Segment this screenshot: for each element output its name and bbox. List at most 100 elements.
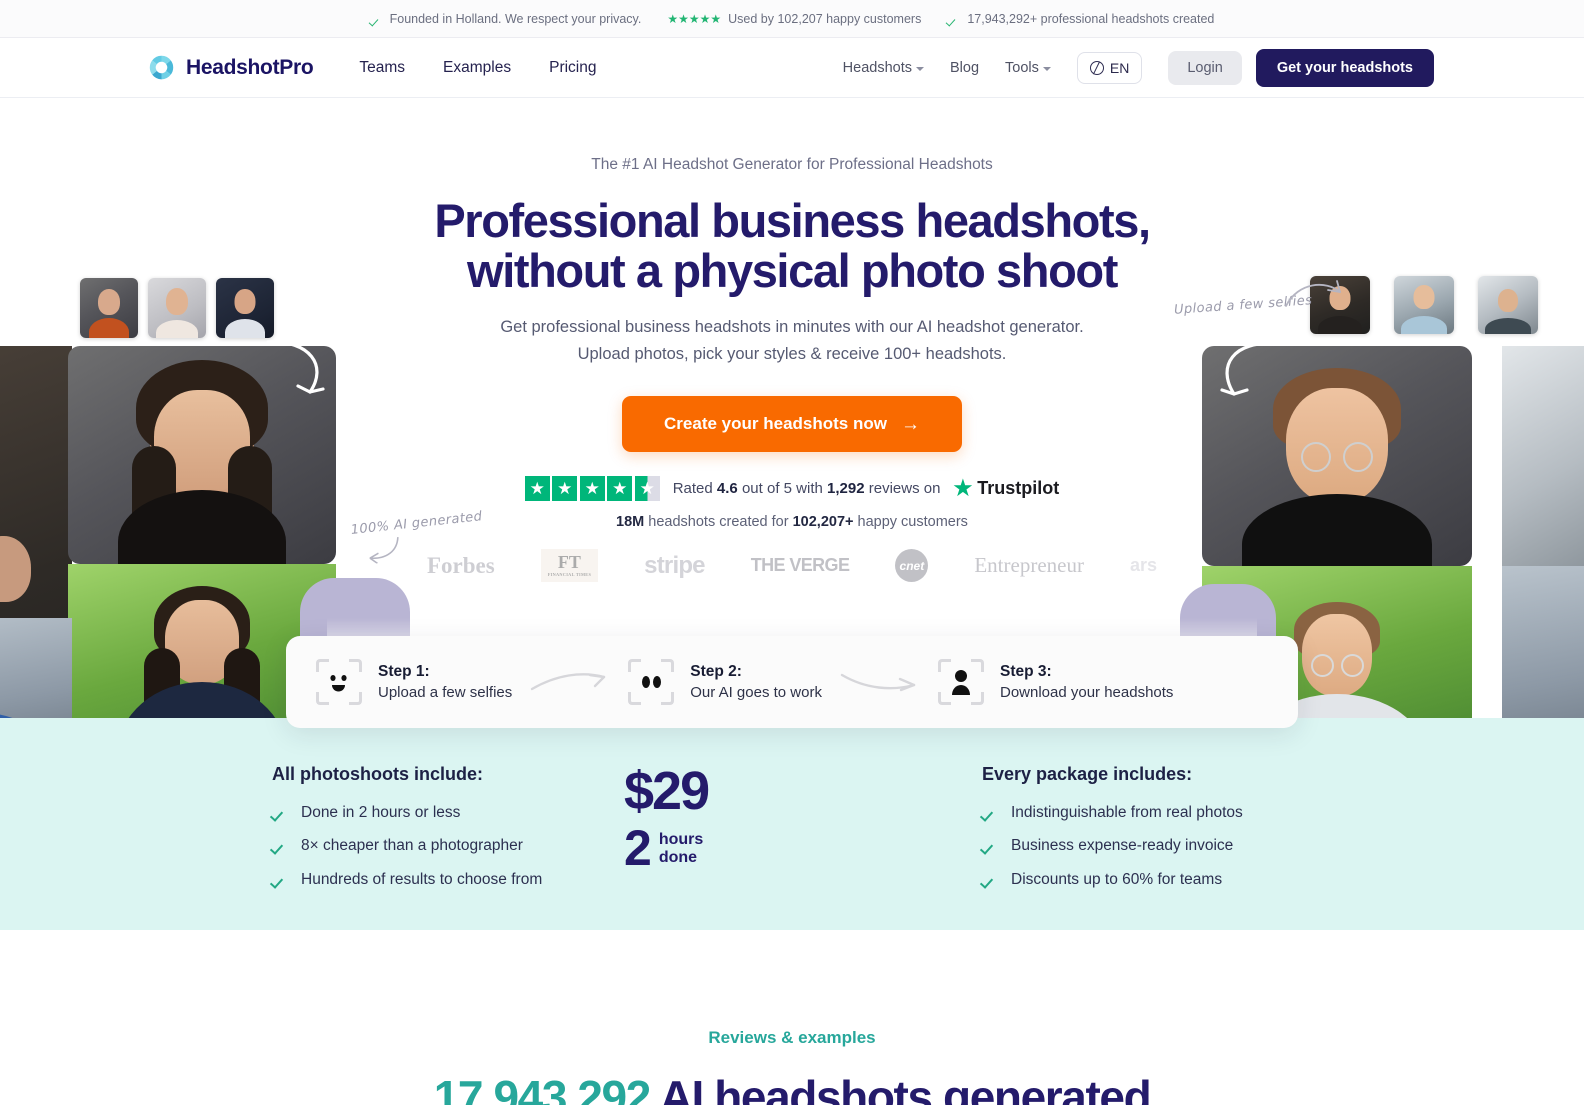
check-icon xyxy=(272,806,287,821)
face-scan-icon xyxy=(316,659,362,705)
photoshoots-include-column: All photoshoots include: Done in 2 hours… xyxy=(272,764,602,903)
selfie-thumbnail xyxy=(1394,276,1454,334)
language-selector[interactable]: EN xyxy=(1076,51,1143,84)
benefit-label: 8× cheaper than a photographer xyxy=(301,837,523,855)
step-3: Step 3: Download your headshots xyxy=(937,659,1173,705)
check-icon xyxy=(982,839,997,854)
headshotpro-logo-icon xyxy=(148,54,175,81)
cta-label: Create your headshots now xyxy=(664,414,887,433)
step-text: Step 3: Download your headshots xyxy=(1000,663,1173,701)
chevron-down-icon xyxy=(1042,66,1051,71)
check-icon xyxy=(272,873,287,888)
step-title: Step 1: xyxy=(378,663,430,680)
selfie-thumbnail xyxy=(1478,276,1538,334)
nav-item-label: Headshots xyxy=(842,59,912,76)
cnet-logo: cnet xyxy=(895,549,929,582)
get-headshots-button[interactable]: Get your headshots xyxy=(1255,48,1434,87)
nav-item-headshots[interactable]: Headshots xyxy=(843,60,924,76)
brand-logo-link[interactable]: HeadshotPro xyxy=(148,54,314,81)
reviews-section: Reviews & examples 17,943,292 AI headsho… xyxy=(0,930,1584,1105)
headline-line-1: Professional business headshots, xyxy=(434,194,1151,247)
benefit-label: Discounts up to 60% for teams xyxy=(1011,870,1223,888)
arrow-curve-topright xyxy=(1285,280,1341,307)
turnaround-time: 2 hours done xyxy=(624,823,782,873)
column-title: All photoshoots include: xyxy=(272,764,483,784)
arrow-curve-left xyxy=(266,340,325,394)
step-title: Step 2: xyxy=(690,663,742,680)
nav-item-examples[interactable]: Examples xyxy=(443,59,511,77)
benefit-item: Hundreds of results to choose from xyxy=(272,870,602,889)
benefits-content: All photoshoots include: Done in 2 hours… xyxy=(272,764,1312,903)
nav-item-blog[interactable]: Blog xyxy=(950,60,979,76)
create-headshots-button[interactable]: Create your headshots now → xyxy=(622,396,962,452)
nav-item-label: Tools xyxy=(1005,59,1039,76)
step-title: Step 3: xyxy=(999,663,1052,680)
benefit-item: Indistinguishable from real photos xyxy=(982,803,1312,822)
step-subtitle: Download your headshots xyxy=(999,684,1174,701)
trustpilot-logo: ★ Trustpilot xyxy=(953,478,1059,499)
site-header: HeadshotPro Teams Examples Pricing Heads… xyxy=(0,38,1584,98)
package-includes-column: Every package includes: Indistinguishabl… xyxy=(982,764,1312,903)
trustpilot-stars-icon: ★ ★ ★ ★ ★ xyxy=(524,476,660,501)
step-subtitle: Upload a few selfies xyxy=(378,684,513,701)
hero-content: The #1 AI Headshot Generator for Profess… xyxy=(412,98,1172,582)
nav-item-tools[interactable]: Tools xyxy=(1005,60,1051,76)
announcement-bar: Founded in Holland. We respect your priv… xyxy=(0,0,1584,38)
reviews-kicker: Reviews & examples xyxy=(708,1028,876,1047)
announcement-item-privacy: Founded in Holland. We respect your priv… xyxy=(370,12,642,26)
login-button[interactable]: Login xyxy=(1168,50,1242,85)
arrow-right-icon: → xyxy=(900,413,920,435)
brand-name: HeadshotPro xyxy=(186,55,314,79)
hero-photo-window-right xyxy=(1502,346,1584,566)
check-icon xyxy=(272,839,287,854)
step-text: Step 1: Upload a few selfies xyxy=(378,663,512,701)
ars-logo: ars xyxy=(1129,555,1157,575)
review-count: 1,292 xyxy=(827,480,865,497)
benefit-label: Done in 2 hours or less xyxy=(301,804,461,821)
benefit-item: Discounts up to 60% for teams xyxy=(982,870,1312,889)
step-2: Step 2: Our AI goes to work xyxy=(628,659,822,705)
primary-nav: Teams Examples Pricing xyxy=(359,59,596,77)
page-title: Professional business headshots, without… xyxy=(412,194,1172,298)
hero-subtitle: Get professional business headshots in m… xyxy=(500,317,1084,363)
press-logos: Forbes FT FINANCIAL TIMES stripe THE VER… xyxy=(412,549,1172,582)
the-verge-logo: THE VERGE xyxy=(750,555,850,575)
benefit-item: Business expense-ready invoice xyxy=(982,836,1312,855)
nav-item-pricing[interactable]: Pricing xyxy=(549,59,596,77)
trustpilot-star-icon: ★ xyxy=(953,477,973,500)
steps-card: Step 1: Upload a few selfies Step 2: Our… xyxy=(286,636,1298,728)
hero-eyebrow: The #1 AI Headshot Generator for Profess… xyxy=(591,156,993,173)
check-icon xyxy=(982,806,997,821)
arrow-curve-right xyxy=(1220,342,1278,396)
person-scan-icon xyxy=(937,659,984,705)
hero-photo-city-right xyxy=(1502,566,1584,738)
headline-line-2: without a physical photo shoot xyxy=(467,244,1118,298)
chevron-down-icon xyxy=(916,66,924,71)
globe-icon xyxy=(1089,60,1104,75)
announcement-text: Founded in Holland. We respect your priv… xyxy=(389,11,642,26)
check-icon xyxy=(982,873,997,888)
announcement-item-headshots: 17,943,292+ professional headshots creat… xyxy=(947,12,1214,26)
selfie-thumbnail xyxy=(80,278,138,338)
announcement-text: Used by 102,207 happy customers xyxy=(728,11,922,26)
benefit-label: Indistinguishable from real photos xyxy=(1011,804,1243,821)
turnaround-label: hours done xyxy=(658,830,704,866)
forbes-logo: Forbes xyxy=(426,552,495,578)
headshot-stat-line: 18M headshots created for 102,207+ happy… xyxy=(616,514,968,530)
selfie-thumbnail xyxy=(216,278,274,338)
stat-headshots: 18M xyxy=(616,514,645,530)
step-1: Step 1: Upload a few selfies xyxy=(316,659,512,705)
stripe-logo: stripe xyxy=(644,551,705,579)
stars-icon: ★★★★★ xyxy=(667,11,722,26)
announcement-item-customers: ★★★★★ Used by 102,207 happy customers xyxy=(667,12,921,26)
language-label: EN xyxy=(1109,59,1130,76)
financial-times-logo: FT FINANCIAL TIMES xyxy=(540,549,599,582)
trustpilot-rating[interactable]: ★ ★ ★ ★ ★ Rated 4.6 out of 5 with 1,292 … xyxy=(412,476,1172,501)
nav-item-teams[interactable]: Teams xyxy=(359,59,405,77)
benefit-item: 8× cheaper than a photographer xyxy=(272,836,602,855)
rating-score: 4.6 xyxy=(716,480,738,497)
arrow-step1-to-step2 xyxy=(531,673,606,691)
step-subtitle: Our AI goes to work xyxy=(690,684,822,701)
stat-customers: 102,207+ xyxy=(792,514,854,530)
trustpilot-label: Trustpilot xyxy=(977,478,1060,498)
